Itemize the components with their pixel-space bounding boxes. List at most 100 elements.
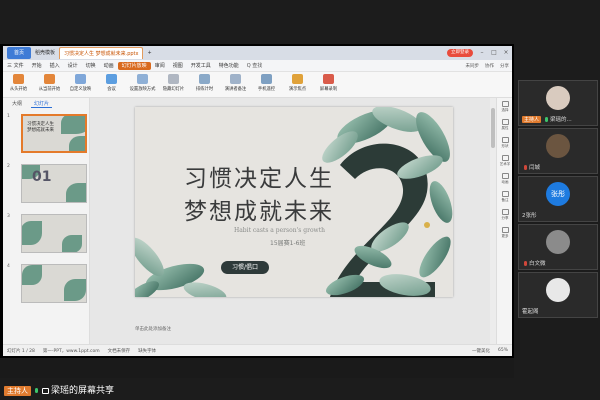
scrollbar-thumb[interactable] xyxy=(491,108,495,148)
slide-thumbnail-pane: 大纲 幻灯片 1 习惯决定人生 梦想成就未来 2 01 3 4 xyxy=(3,98,90,344)
slide-thumbnail[interactable] xyxy=(21,214,87,253)
participant-name: 2张彤 xyxy=(522,213,537,219)
leaf-decoration xyxy=(66,183,86,202)
tab-outline[interactable]: 大纲 xyxy=(9,100,25,107)
tool-more[interactable]: 更多 xyxy=(497,224,512,242)
menu-design[interactable]: 设计 xyxy=(64,60,82,72)
record-icon xyxy=(323,74,334,84)
current-slide[interactable]: 习惯决定人生 梦想成就未来 Habit casts a person's gro… xyxy=(135,107,453,297)
menu-transition[interactable]: 切换 xyxy=(82,60,100,72)
participant-name: 闫城 xyxy=(529,165,541,171)
ribbon-label: 手机遥控 xyxy=(257,87,276,92)
share-text: 梁瑶的屏幕共享 xyxy=(51,386,115,396)
phone-remote-button[interactable]: 手机遥控 xyxy=(251,74,282,96)
rehearse-timing-button[interactable]: 排练计时 xyxy=(189,74,220,96)
slide-thumbnail[interactable]: 习惯决定人生 梦想成就未来 xyxy=(21,114,87,153)
participant-label: 2张彤 xyxy=(522,211,537,219)
tool-shapes[interactable]: 形状 xyxy=(497,134,512,152)
menu-slideshow[interactable]: 幻灯片放映 xyxy=(117,61,151,70)
custom-show-button[interactable]: 自定义放映 xyxy=(65,74,96,96)
participant-card[interactable]: 白文微 xyxy=(518,224,598,270)
slide-title-line2: 梦想成就未来 xyxy=(184,199,334,225)
share-frame-bottom xyxy=(0,358,514,378)
participant-card[interactable]: 张彤 2张彤 xyxy=(518,176,598,222)
collaborate-button[interactable]: 协作 xyxy=(482,63,497,69)
thumbnail-row[interactable]: 3 xyxy=(7,214,89,257)
participant-label: 闫城 xyxy=(522,163,540,171)
participant-card[interactable]: 霍起阁 xyxy=(518,272,598,318)
slide-editing-area[interactable]: 习惯决定人生 梦想成就未来 Habit casts a person's gro… xyxy=(90,98,490,344)
share-button[interactable]: 分享 xyxy=(497,63,512,69)
shapes-icon xyxy=(501,137,509,143)
phone-icon xyxy=(261,74,272,84)
ribbon-label: 演示焦点 xyxy=(288,87,307,92)
meeting-button[interactable]: 会议 xyxy=(96,74,127,96)
minimize-icon[interactable]: – xyxy=(476,47,488,59)
slide-badge: 习惯/倡口 xyxy=(221,261,269,274)
notes-placeholder[interactable]: 单击此处添加备注 xyxy=(135,326,171,332)
menu-developer[interactable]: 开发工具 xyxy=(187,60,215,72)
tool-select[interactable]: 选择 xyxy=(497,98,512,116)
ribbon-label: 自定义放映 xyxy=(69,87,92,92)
participant-label: 霍起阁 xyxy=(522,307,539,315)
thumbnail-title: 习惯决定人生 梦想成就未来 xyxy=(27,122,54,133)
tool-notes[interactable]: 备注 xyxy=(497,188,512,206)
thumbnail-number: 3 xyxy=(7,214,10,219)
custom-show-icon xyxy=(75,74,86,84)
sync-status[interactable]: 未同步 xyxy=(463,63,483,69)
tool-properties[interactable]: 属性 xyxy=(497,116,512,134)
thumbnail-row[interactable]: 1 习惯决定人生 梦想成就未来 xyxy=(7,114,89,157)
focus-button[interactable]: 演示焦点 xyxy=(282,74,313,96)
new-tab-button[interactable]: + xyxy=(143,47,155,59)
thumbnail-row[interactable]: 4 xyxy=(7,264,89,307)
missing-font-button[interactable]: 缺失字体 xyxy=(134,348,160,354)
tool-label: 形状 xyxy=(501,144,509,148)
menu-view[interactable]: 视图 xyxy=(169,60,187,72)
ribbon-label: 从当前开始 xyxy=(38,87,61,92)
setup-show-button[interactable]: 设置放映方式 xyxy=(127,74,158,96)
participant-label: 主持人 梁瑶的... xyxy=(522,115,572,123)
animation-icon xyxy=(501,173,509,179)
tool-share[interactable]: 分享 xyxy=(497,206,512,224)
tab-templates[interactable]: 稻壳模板 xyxy=(31,47,59,59)
meeting-icon xyxy=(106,74,117,84)
shared-screen: 首页 稻壳模板 习惯决定人生 梦想成就未来.pptx + 立即登录 – □ × … xyxy=(0,44,514,358)
speaker-notes-button[interactable]: 演讲者备注 xyxy=(220,74,251,96)
tab-home[interactable]: 首页 xyxy=(7,47,32,59)
close-icon[interactable]: × xyxy=(500,47,512,59)
tool-wordart[interactable]: 艺术字 xyxy=(497,152,512,170)
slide-thumbnail[interactable] xyxy=(21,264,87,303)
menu-animation[interactable]: 动画 xyxy=(100,60,118,72)
menu-review[interactable]: 审阅 xyxy=(151,60,169,72)
menu-home[interactable]: 开始 xyxy=(28,60,46,72)
participant-card[interactable]: 主持人 梁瑶的... xyxy=(518,80,598,126)
host-badge: 主持人 xyxy=(4,386,31,396)
menu-file[interactable]: 三 文件 xyxy=(3,60,28,72)
search-button[interactable]: Q 查找 xyxy=(247,62,263,69)
tab-slides[interactable]: 幻灯片 xyxy=(31,100,53,108)
ribbon-label: 排练计时 xyxy=(195,87,214,92)
thumbnail-row[interactable]: 2 01 xyxy=(7,164,89,207)
properties-icon xyxy=(501,119,509,125)
tool-animation[interactable]: 动画 xyxy=(497,170,512,188)
start-from-beginning-button[interactable]: 从头开始 xyxy=(3,74,34,96)
mic-icon xyxy=(524,261,527,266)
menu-insert[interactable]: 插入 xyxy=(46,60,64,72)
menu-features[interactable]: 特色功能 xyxy=(215,60,243,72)
hide-slide-button[interactable]: 隐藏幻灯片 xyxy=(158,74,189,96)
participant-card[interactable]: 闫城 xyxy=(518,128,598,174)
tool-label: 属性 xyxy=(501,126,509,130)
maximize-icon[interactable]: □ xyxy=(488,47,500,59)
tab-document[interactable]: 习惯决定人生 梦想成就未来.pptx xyxy=(59,47,144,59)
slide-thumbnail[interactable]: 01 xyxy=(21,164,87,203)
participant-name: 霍起阁 xyxy=(522,309,539,315)
zoom-level[interactable]: 65% xyxy=(494,348,512,353)
leaf-decoration xyxy=(64,279,86,301)
login-button[interactable]: 立即登录 xyxy=(447,49,473,57)
menu-bar: 三 文件 开始 插入 设计 切换 动画 幻灯片放映 审阅 视图 开发工具 特色功… xyxy=(3,60,512,72)
screen-record-button[interactable]: 屏幕录制 xyxy=(313,74,344,96)
thumbnail-number: 4 xyxy=(7,264,10,269)
start-from-current-button[interactable]: 从当前开始 xyxy=(34,74,65,96)
beautify-button[interactable]: 一键美化 xyxy=(468,348,494,354)
leaf-decoration xyxy=(62,235,82,252)
